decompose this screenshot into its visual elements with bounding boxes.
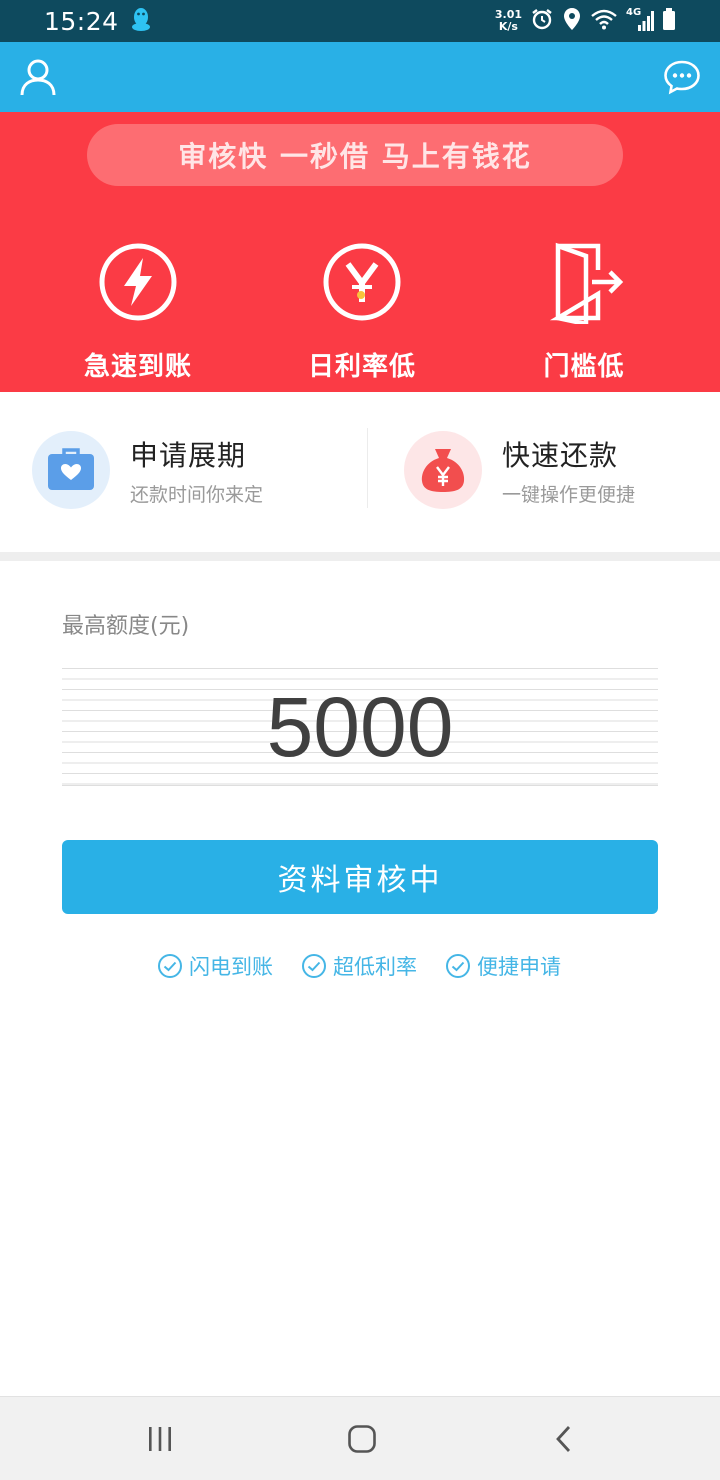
home-button[interactable]	[340, 1419, 384, 1459]
tag-label: 便捷申请	[477, 955, 561, 979]
check-circle-icon	[158, 954, 182, 978]
feature-tags: 闪电到账 超低利率 便捷申请	[0, 948, 720, 984]
quota-label: 最高额度(元)	[62, 614, 190, 639]
net-speed-unit: K/s	[498, 20, 518, 33]
money-bag-icon-wrap	[404, 431, 482, 509]
alarm-icon	[530, 7, 554, 35]
tag-item: 超低利率	[301, 948, 417, 984]
lightning-icon	[99, 243, 177, 321]
feature-low-threshold: 门槛低	[504, 240, 664, 390]
service-text: 申请展期 还款时间你来定	[130, 434, 263, 507]
battery-icon	[662, 7, 676, 35]
service-extension[interactable]: 申请展期 还款时间你来定	[32, 428, 263, 512]
home-icon	[348, 1425, 376, 1453]
service-fast-repay[interactable]: 快速还款 一键操作更便捷	[404, 428, 635, 512]
money-bag-icon	[421, 449, 465, 492]
feature-fast-arrival: 急速到账	[58, 240, 218, 390]
status-bar: 15:24 3.01 K/s 4G	[0, 0, 720, 42]
check-circle-icon	[302, 954, 326, 978]
tag-label: 闪电到账	[189, 955, 273, 979]
user-profile-button[interactable]	[16, 55, 60, 99]
divider	[367, 428, 368, 508]
feature-label: 门槛低	[543, 352, 625, 382]
service-text: 快速还款 一键操作更便捷	[502, 434, 635, 507]
wifi-icon	[590, 8, 618, 34]
feature-label: 日利率低	[307, 352, 416, 382]
feature-low-rate: 日利率低	[282, 240, 442, 390]
service-title: 快速还款	[502, 438, 619, 472]
back-button[interactable]	[542, 1419, 586, 1459]
service-subtitle: 一键操作更便捷	[502, 483, 636, 506]
slogan-pill: 审核快 一秒借 马上有钱花	[87, 124, 623, 186]
tag-label: 超低利率	[333, 955, 417, 979]
status-left: 15:24	[44, 6, 151, 36]
check-circle-icon	[446, 954, 470, 978]
location-icon	[562, 7, 582, 35]
back-icon	[556, 1426, 571, 1452]
system-nav-bar	[0, 1396, 720, 1480]
services-row: 申请展期 还款时间你来定 快速还款 一键操作更便捷	[0, 392, 720, 552]
door-icon	[549, 242, 624, 324]
promo-banner[interactable]: 审核快 一秒借 马上有钱花 急速到账 日利率低 门槛低	[0, 112, 720, 392]
briefcase-heart-icon	[48, 448, 94, 490]
user-icon	[20, 59, 56, 96]
net-speed: 3.01 K/s	[495, 9, 522, 33]
signal-icon: 4G	[626, 7, 654, 33]
service-title: 申请展期	[130, 438, 247, 472]
tag-item: 闪电到账	[157, 948, 273, 984]
status-right: 3.01 K/s 4G	[495, 7, 676, 35]
review-status-button[interactable]: 资料审核中	[62, 840, 658, 914]
status-time: 15:24	[44, 6, 119, 36]
quota-box: 5000	[62, 668, 658, 786]
feature-label: 急速到账	[83, 352, 192, 382]
recent-apps-icon	[149, 1427, 171, 1451]
service-subtitle: 还款时间你来定	[130, 483, 264, 506]
app-header	[0, 42, 720, 112]
recent-apps-button[interactable]	[138, 1419, 182, 1459]
briefcase-heart-icon-wrap	[32, 431, 110, 509]
message-button[interactable]	[660, 55, 704, 99]
tag-item: 便捷申请	[445, 948, 561, 984]
quota-value: 5000	[266, 679, 454, 774]
section-gap	[0, 552, 720, 561]
yuan-icon	[323, 243, 401, 321]
message-icon	[664, 60, 700, 95]
qq-penguin-icon	[131, 6, 151, 36]
